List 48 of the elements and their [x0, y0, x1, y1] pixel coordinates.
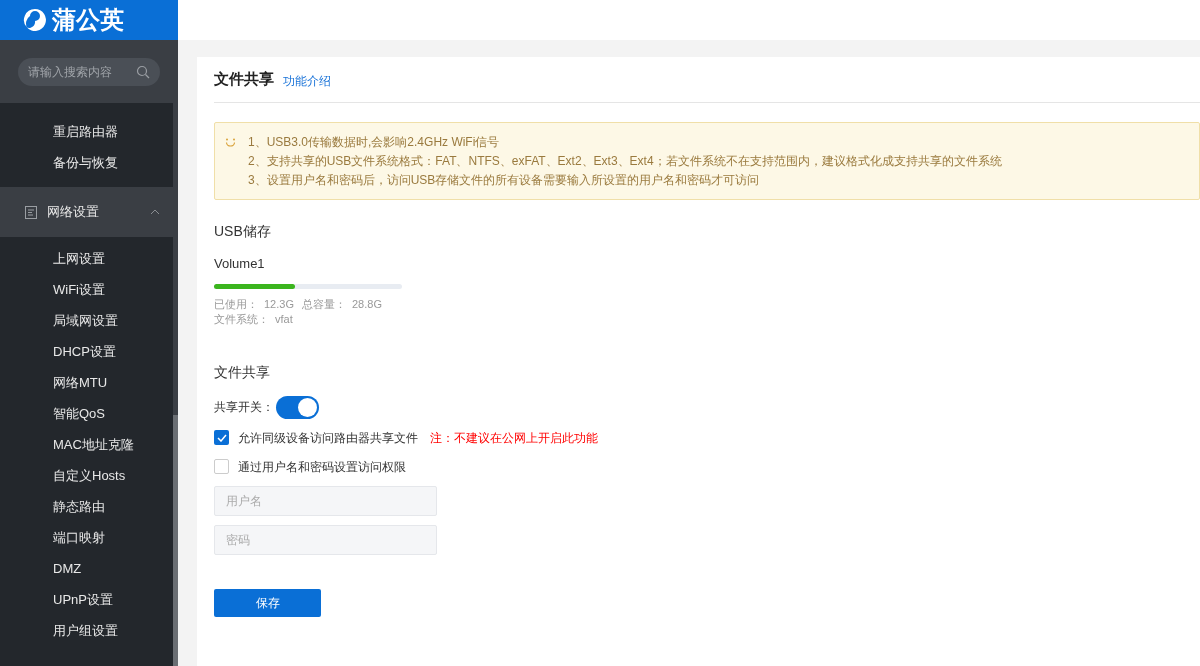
section-heading: USB储存 [214, 222, 272, 241]
menu-item[interactable]: 自定义Hosts [0, 460, 173, 491]
menu-item[interactable]: 局域网设置 [0, 305, 173, 336]
volume-name: Volume1 [214, 255, 266, 273]
section-heading: 文件共享 [214, 362, 271, 382]
search-icon[interactable] [136, 64, 150, 79]
notice-text: 2、支持共享的USB文件系统格式：FAT、NTFS、exFAT、Ext2、Ext3、Ext4；若文件系统不在支持范围内，建议格式化成支持共享的文件系统 [248, 153, 1002, 170]
stat-label: 文件系统： [214, 311, 269, 327]
intro-link[interactable]: 功能介绍 [283, 72, 331, 90]
menu-item[interactable]: DMZ [0, 553, 173, 584]
menu-item[interactable]: 用户组设置 [0, 615, 173, 646]
checkbox[interactable] [214, 430, 229, 445]
chevron-icon [150, 209, 160, 215]
logo-text: 蒲公英 [52, 5, 124, 35]
scrollbar-thumb[interactable] [173, 415, 178, 666]
menu-group-header[interactable]: 网络设置 [0, 187, 178, 237]
input-field[interactable]: 密码 [214, 524, 437, 555]
share-switch[interactable] [276, 395, 319, 419]
warning-note: 注：不建议在公网上开启此功能 [430, 429, 598, 447]
logo-icon [22, 7, 48, 33]
save-button[interactable]: 保存 [214, 588, 321, 617]
menu-item[interactable]: 上网设置 [0, 243, 173, 274]
menu-item[interactable]: 重启路由器 [0, 116, 173, 147]
menu-item[interactable]: MAC地址克隆 [0, 429, 173, 460]
switch-label: 共享开关： [214, 399, 274, 416]
search-field[interactable]: 请输入搜索内容 [18, 57, 160, 86]
menu-item[interactable]: UPnP设置 [0, 584, 173, 615]
smile-icon [225, 138, 236, 147]
stat-value: 12.3G [264, 296, 294, 312]
document-icon [25, 205, 37, 219]
menu-item[interactable]: 静态路由 [0, 491, 173, 522]
stat-label: 已使用： [214, 296, 258, 312]
menu-item[interactable]: 网络MTU [0, 367, 173, 398]
menu-item[interactable]: 端口映射 [0, 522, 173, 553]
notice-text: 1、USB3.0传输数据时,会影响2.4GHz WiFi信号 [248, 134, 501, 151]
stat-label: 总容量： [301, 296, 346, 312]
stat-value: vfat [275, 311, 293, 327]
menu-item[interactable]: 智能QoS [0, 398, 173, 429]
notice-text: 3、设置用户名和密码后，访问USB存储文件的所有设备需要输入所设置的用户名和密码才可访问 [248, 172, 761, 189]
option-label: 允许同级设备访问路由器共享文件 [238, 429, 418, 447]
checkbox[interactable] [214, 459, 229, 474]
stat-value: 28.8G [351, 296, 382, 312]
menu-item[interactable]: WiFi设置 [0, 274, 173, 305]
menu-item[interactable]: 备份与恢复 [0, 147, 173, 178]
option-label: 通过用户名和密码设置访问权限 [238, 458, 406, 476]
input-field[interactable]: 用户名 [214, 485, 437, 516]
page-title: 文件共享 [214, 68, 274, 89]
menu-item[interactable]: DHCP设置 [0, 336, 173, 367]
